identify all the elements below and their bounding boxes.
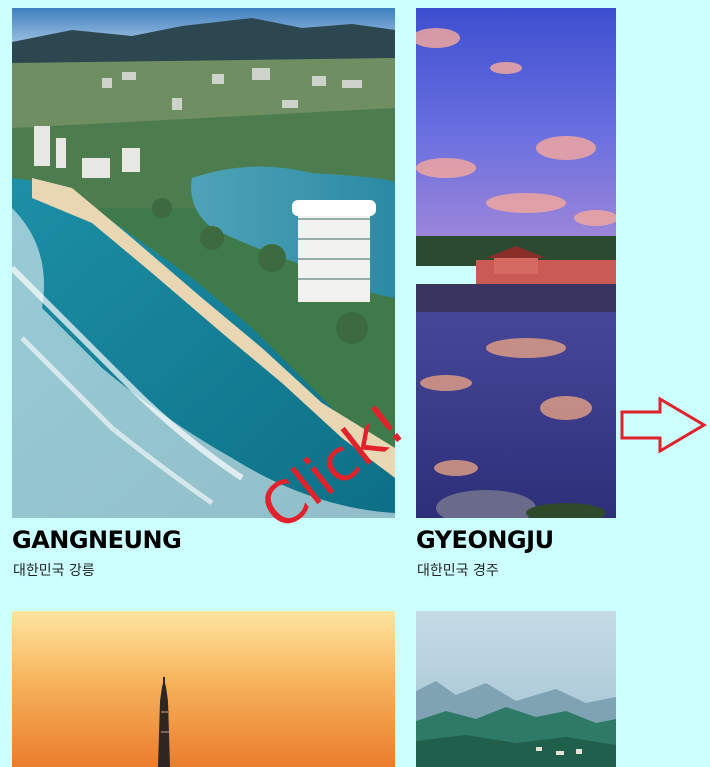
destination-card-gangneung[interactable]: GANGNEUNG 대한민국 강릉 xyxy=(12,8,395,583)
destination-card-seoul[interactable] xyxy=(12,611,395,767)
destination-name: GYEONGJU xyxy=(416,526,554,554)
destination-name: GANGNEUNG xyxy=(12,526,182,554)
mountain-photo[interactable] xyxy=(416,611,616,767)
destination-subtitle: 대한민국 강릉 xyxy=(13,563,95,579)
destination-subtitle: 대한민국 경주 xyxy=(417,563,499,579)
destination-card-mountain[interactable] xyxy=(416,611,616,767)
gangneung-photo[interactable] xyxy=(12,8,395,518)
next-arrow-button[interactable] xyxy=(620,396,708,454)
destination-card-gyeongju[interactable]: GYEONGJU 대한민국 경주 xyxy=(416,8,616,583)
seoul-photo[interactable] xyxy=(12,611,395,767)
right-arrow-icon xyxy=(620,396,707,454)
gyeongju-photo[interactable] xyxy=(416,8,616,518)
